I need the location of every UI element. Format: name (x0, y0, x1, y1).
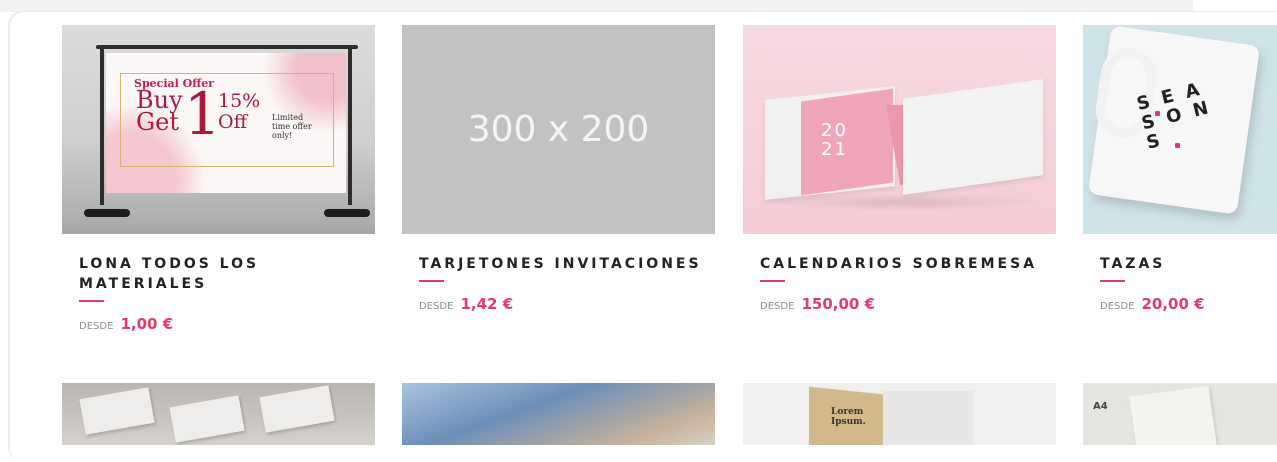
banner-buy-get-text: Buy Get (136, 88, 183, 136)
a4-sheet (1129, 385, 1217, 445)
product-price: 150,00 € (801, 295, 876, 313)
banner-one: 1 (184, 80, 221, 148)
calendar-year: 20 21 (821, 120, 848, 160)
placeholder-text: 300 x 200 (467, 109, 650, 150)
title-divider (79, 300, 104, 302)
title-divider (419, 280, 444, 282)
business-card (169, 395, 245, 443)
price-prefix: DESDE (79, 321, 114, 332)
mug-dot (1175, 143, 1180, 148)
product-image-lona[interactable]: Special Offer Buy Get 1 15% Off Limited … (62, 25, 375, 234)
price-row: DESDE 1,42 € (419, 294, 715, 313)
business-card (79, 387, 155, 435)
booklet-page (883, 391, 973, 445)
business-card (259, 385, 335, 433)
banner-get: Get (136, 108, 180, 136)
banner-limited-text: Limited time offer only! (272, 113, 312, 140)
calendar-right (903, 79, 1043, 195)
page-top-strip (0, 0, 1193, 12)
price-prefix: DESDE (419, 301, 454, 312)
product-price: 20,00 € (1141, 295, 1205, 313)
product-price: 1,00 € (120, 315, 174, 333)
a4-label: A4 (1093, 401, 1108, 412)
product-title[interactable]: TARJETONES INVITACIONES (419, 254, 709, 274)
banner-off: Off (218, 111, 248, 133)
product-card-calendarios[interactable]: 20 21 CALENDARIOS SOBREMESA DESDE 150,00… (743, 25, 1056, 313)
product-card-tarjetones[interactable]: 300 x 200 TARJETONES INVITACIONES DESDE … (402, 25, 715, 313)
product-title[interactable]: TAZAS (1100, 254, 1277, 274)
product-card-lona[interactable]: Special Offer Buy Get 1 15% Off Limited … (62, 25, 375, 333)
product-image-tazas[interactable]: S E A S O N S (1083, 25, 1277, 234)
stand-left-foot (84, 209, 130, 217)
product-image-a4[interactable]: A4 (1083, 383, 1277, 445)
price-row: DESDE 20,00 € (1100, 294, 1277, 313)
price-row: DESDE 150,00 € (760, 294, 1056, 313)
stand-right-pole (348, 45, 352, 205)
banner-pct-off: 15% Off (218, 91, 260, 133)
price-prefix: DESDE (760, 301, 795, 312)
product-image-placeholder[interactable]: 300 x 200 (402, 25, 715, 234)
price-row: DESDE 1,00 € (79, 314, 375, 333)
booklet-text: Lorem Ipsum. (831, 407, 866, 427)
calendar-shadow (763, 193, 1043, 211)
product-title[interactable]: LONA TODOS LOS MATERIALES (79, 254, 369, 294)
stand-top-bar (96, 45, 358, 49)
product-image-dipticos[interactable]: Lorem Ipsum. (743, 383, 1056, 445)
stand-right-foot (324, 209, 370, 217)
product-image-poster[interactable] (402, 383, 715, 445)
title-divider (1100, 280, 1125, 282)
product-price: 1,42 € (460, 295, 514, 313)
stand-left-pole (100, 45, 104, 205)
banner-pct: 15% (218, 90, 261, 112)
product-title[interactable]: CALENDARIOS SOBREMESA (760, 254, 1050, 274)
title-divider (760, 280, 785, 282)
product-image-tarjetas[interactable] (62, 383, 375, 445)
product-image-calendarios[interactable]: 20 21 (743, 25, 1056, 234)
product-card-tazas[interactable]: S E A S O N S TAZAS DESDE 20,00 € (1083, 25, 1277, 313)
price-prefix: DESDE (1100, 301, 1135, 312)
mug-dot (1155, 111, 1160, 116)
